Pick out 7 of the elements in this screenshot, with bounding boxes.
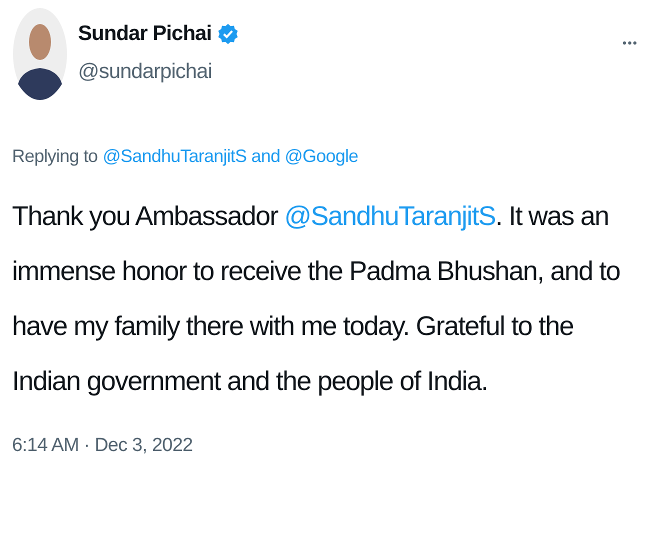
replying-label: Replying to bbox=[12, 146, 98, 167]
tweet-text: Thank you Ambassador @SandhuTaranjitS. It was an immense honor to receive the Padma Bhushan, and to have my family there with me today. Grateful to the Indian government and the people of India. bbox=[12, 200, 621, 398]
author-name[interactable]: Sundar Pichai bbox=[78, 22, 212, 46]
author-handle[interactable]: @sundarpichai bbox=[78, 60, 612, 84]
tweet-timestamp[interactable]: 6:14 AM · Dec 3, 2022 bbox=[12, 435, 193, 457]
more-button[interactable]: ••• bbox=[622, 36, 638, 50]
avatar-icon bbox=[12, 6, 68, 102]
